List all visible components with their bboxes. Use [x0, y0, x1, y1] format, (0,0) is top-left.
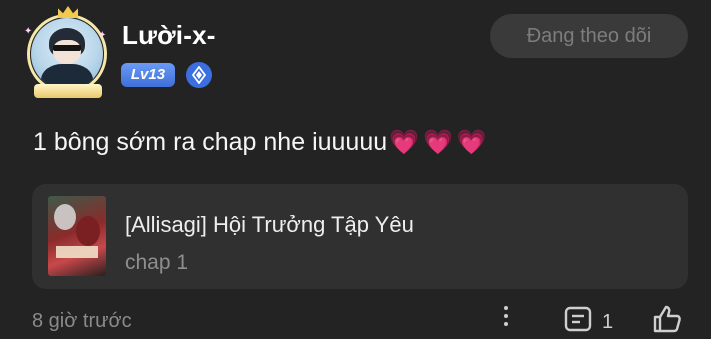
avatar-frame-banner	[34, 84, 102, 98]
reply-count: 1	[602, 311, 614, 333]
manga-cover-image	[48, 196, 106, 276]
heart-emojis: 💗💗💗	[389, 129, 491, 156]
manga-chapter: chap 1	[125, 251, 189, 274]
comment-icon[interactable]	[563, 305, 593, 339]
username[interactable]: Lười-x-	[122, 20, 216, 51]
sparkle-icon: ✦	[98, 30, 107, 41]
sparkle-icon: ✦	[24, 26, 33, 37]
following-button[interactable]: Đang theo dõi	[490, 14, 688, 58]
level-badge: Lv13	[121, 63, 175, 87]
manga-title: [Allisagi] Hội Trưởng Tập Yêu	[125, 212, 414, 237]
avatar[interactable]: ✦ ✦	[24, 6, 110, 102]
crown-icon	[58, 6, 78, 18]
comment-text: 1 bông sớm ra chap nhe iuuuuu	[33, 128, 388, 156]
like-icon[interactable]	[651, 303, 683, 339]
comment-timestamp: 8 giờ trước	[32, 310, 132, 332]
avatar-frame	[27, 14, 107, 94]
tier-diamond-icon	[186, 62, 212, 88]
more-vertical-icon[interactable]	[500, 306, 512, 336]
comment-body: 1 bông sớm ra chap nhe iuuuuu💗💗💗	[33, 128, 491, 157]
